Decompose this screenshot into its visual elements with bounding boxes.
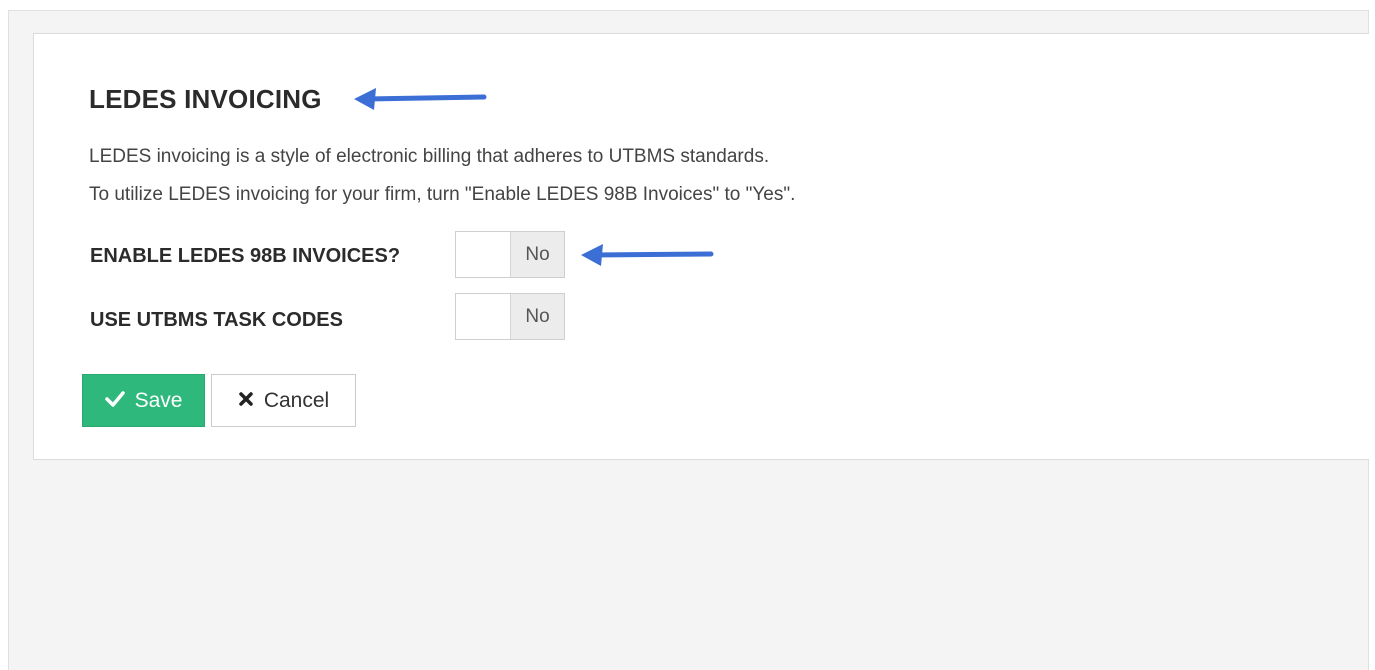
- annotation-arrow-toggle: [581, 244, 714, 266]
- save-button-label: Save: [134, 388, 183, 412]
- description-line-2: To utilize LEDES invoicing for your firm…: [89, 184, 796, 205]
- check-icon: [104, 389, 125, 413]
- x-icon: [238, 389, 254, 413]
- enable-ledes-label: ENABLE LEDES 98B INVOICES?: [90, 245, 401, 267]
- description-line-1: LEDES invoicing is a style of electronic…: [89, 146, 770, 167]
- cancel-button-label: Cancel: [263, 388, 330, 412]
- utbms-task-codes-label: USE UTBMS TASK CODES: [90, 309, 343, 331]
- section-title: LEDES INVOICING: [89, 84, 322, 114]
- toggle-knob: [456, 294, 511, 339]
- utbms-task-codes-toggle[interactable]: No: [455, 293, 565, 340]
- save-button[interactable]: Save: [82, 374, 205, 427]
- enable-ledes-toggle[interactable]: No: [455, 231, 565, 278]
- ledes-settings-card: LEDES INVOICING LEDES invoicing is a sty…: [33, 33, 1369, 460]
- toggle-knob: [456, 232, 511, 277]
- toggle-state-label: No: [510, 294, 564, 339]
- toggle-state-label: No: [510, 232, 564, 277]
- annotation-arrow-title: [354, 88, 487, 110]
- cancel-button[interactable]: Cancel: [211, 374, 356, 427]
